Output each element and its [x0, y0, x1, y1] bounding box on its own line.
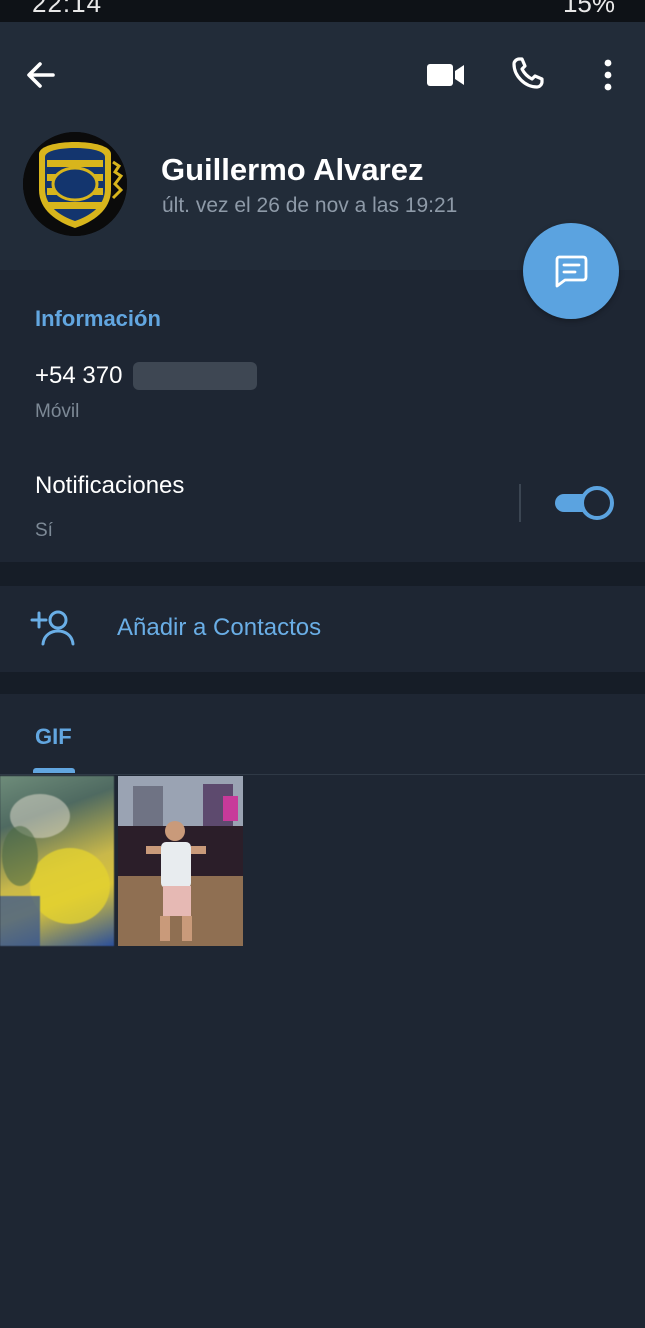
gif-thumbnail[interactable] — [0, 776, 114, 946]
notifications-row[interactable]: Notificaciones Sí — [0, 460, 645, 560]
gif-thumbnail-image — [0, 794, 110, 946]
more-options-button[interactable] — [590, 52, 626, 98]
add-to-contacts-row[interactable]: Añadir a Contactos — [0, 586, 645, 672]
gif-thumbnail-image — [118, 776, 243, 946]
status-bar: 22:14 15% — [0, 0, 645, 22]
video-camera-icon — [427, 64, 464, 86]
phone-icon — [512, 57, 544, 89]
notifications-value: Sí — [35, 520, 53, 541]
status-time: 22:14 — [32, 0, 103, 18]
info-section: Información +54 370 Móvil Notificaciones… — [0, 270, 645, 562]
tabs-divider — [0, 774, 645, 775]
phone-redaction — [133, 362, 257, 390]
video-call-button[interactable] — [420, 52, 472, 98]
phone-type-label: Móvil — [35, 401, 80, 422]
notifications-title: Notificaciones — [35, 472, 185, 499]
send-message-button[interactable] — [523, 223, 619, 319]
add-user-icon — [30, 610, 75, 646]
phone-number[interactable]: +54 370 — [35, 362, 122, 390]
more-vertical-icon — [604, 59, 612, 91]
rosario-central-crest-icon — [23, 132, 127, 236]
status-battery: 15% — [562, 0, 615, 18]
tab-gif-label: GIF — [35, 724, 72, 749]
tab-gif[interactable]: GIF — [24, 720, 84, 776]
toggle-knob — [580, 486, 614, 520]
info-section-title: Información — [35, 306, 161, 331]
notifications-divider — [519, 484, 521, 522]
message-icon — [555, 255, 588, 288]
shared-media-section: GIF — [0, 694, 645, 1328]
avatar[interactable] — [23, 132, 127, 236]
voice-call-button[interactable] — [505, 50, 551, 96]
add-to-contacts-label: Añadir a Contactos — [117, 614, 322, 641]
contact-name: Guillermo Alvarez — [161, 152, 424, 187]
notifications-toggle[interactable] — [553, 486, 614, 520]
section-divider — [0, 672, 645, 694]
gif-thumbnail[interactable] — [118, 776, 243, 946]
arrow-left-icon — [27, 62, 55, 88]
last-seen-status: últ. vez el 26 de nov a las 19:21 — [162, 194, 458, 217]
section-divider — [0, 562, 645, 586]
tab-active-indicator — [33, 768, 75, 773]
back-button[interactable] — [18, 52, 64, 98]
